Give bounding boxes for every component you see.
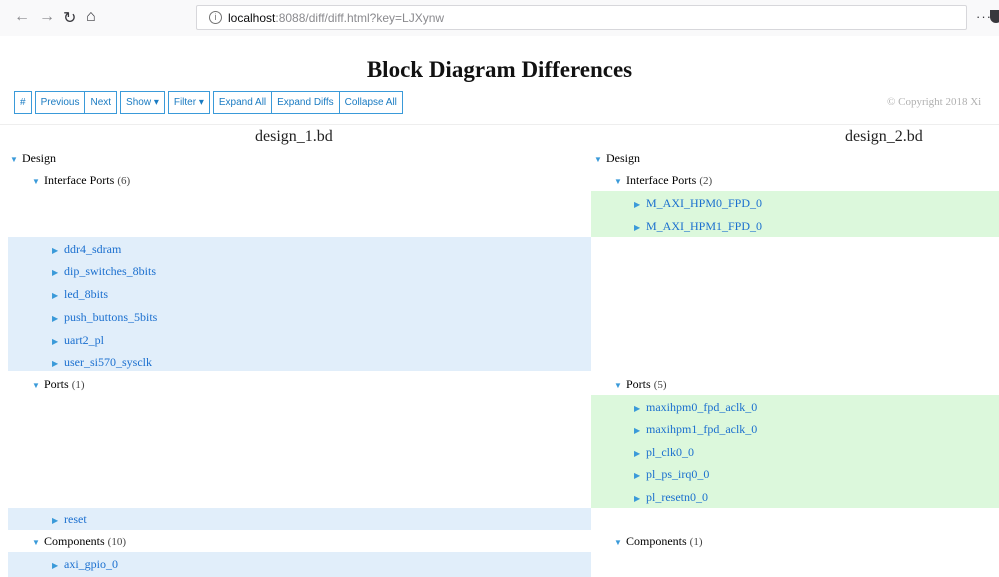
reload-icon[interactable]: ↻: [63, 8, 76, 28]
left-components-node[interactable]: ▼ Components (10): [32, 530, 126, 552]
list-item[interactable]: ▶ user_si570_sysclk: [52, 351, 152, 373]
caret-right-icon[interactable]: ▶: [634, 465, 646, 487]
caret-right-icon[interactable]: ▶: [52, 262, 64, 284]
hash-button[interactable]: #: [14, 91, 32, 114]
caret-down-icon[interactable]: ▼: [10, 149, 22, 171]
caret-down-icon[interactable]: ▼: [614, 171, 626, 193]
list-item[interactable]: ▶ reset: [52, 508, 87, 530]
list-item[interactable]: ▶ axi_gpio_0: [52, 553, 118, 575]
caret-down-icon[interactable]: ▼: [32, 171, 44, 193]
list-item[interactable]: ▶ maxihpm0_fpd_aclk_0: [634, 396, 757, 418]
forward-icon[interactable]: →: [39, 8, 55, 26]
caret-right-icon[interactable]: ▶: [52, 353, 64, 375]
home-icon[interactable]: ⌂: [86, 8, 96, 26]
caret-right-icon[interactable]: ▶: [634, 398, 646, 420]
list-item[interactable]: ▶ pl_clk0_0: [634, 441, 694, 463]
list-item[interactable]: ▶ M_AXI_HPM1_FPD_0: [634, 215, 762, 237]
list-item[interactable]: ▶ push_buttons_5bits: [52, 306, 157, 328]
caret-right-icon[interactable]: ▶: [52, 555, 64, 577]
caret-down-icon[interactable]: ▼: [594, 149, 606, 171]
url-bar[interactable]: i localhost:8088/diff/diff.html?key=LJXy…: [196, 5, 967, 30]
caret-right-icon[interactable]: ▶: [634, 443, 646, 465]
page-title: Block Diagram Differences: [366, 57, 633, 82]
caret-right-icon[interactable]: ▶: [634, 194, 646, 216]
caret-right-icon[interactable]: ▶: [634, 420, 646, 442]
caret-right-icon[interactable]: ▶: [52, 285, 64, 307]
caret-right-icon[interactable]: ▶: [634, 488, 646, 510]
right-components-node[interactable]: ▼ Components (1): [614, 530, 703, 552]
pocket-icon[interactable]: [990, 10, 999, 23]
diff-toolbar: # Previous Next Show ▾ Filter ▾ Expand A…: [14, 91, 403, 114]
list-item[interactable]: ▶ uart2_pl: [52, 329, 104, 351]
list-item[interactable]: ▶ pl_ps_irq0_0: [634, 463, 709, 485]
previous-button[interactable]: Previous: [34, 91, 86, 114]
left-ports-node[interactable]: ▼ Ports (1): [32, 373, 85, 395]
list-item[interactable]: ▶ led_8bits: [52, 283, 108, 305]
url-text[interactable]: localhost:8088/diff/diff.html?key=LJXynw: [228, 11, 444, 25]
left-file-title: design_1.bd: [255, 128, 333, 145]
left-design-node[interactable]: ▼ Design: [10, 147, 56, 169]
back-icon[interactable]: ←: [14, 8, 30, 26]
caret-down-icon[interactable]: ▼: [32, 375, 44, 397]
removed-port-band: [8, 508, 591, 530]
list-item[interactable]: ▶ ddr4_sdram: [52, 238, 121, 260]
right-interface-ports-node[interactable]: ▼ Interface Ports (2): [614, 169, 712, 191]
right-file-title: design_2.bd: [845, 128, 923, 145]
right-design-node[interactable]: ▼ Design: [594, 147, 640, 169]
caret-right-icon[interactable]: ▶: [634, 217, 646, 239]
show-dropdown[interactable]: Show ▾: [120, 91, 165, 114]
list-item[interactable]: ▶ M_AXI_HPM0_FPD_0: [634, 192, 762, 214]
left-interface-ports-node[interactable]: ▼ Interface Ports (6): [32, 169, 130, 191]
expand-all-button[interactable]: Expand All: [212, 91, 273, 114]
caret-right-icon[interactable]: ▶: [52, 308, 64, 330]
list-item[interactable]: ▶ maxihpm1_fpd_aclk_0: [634, 418, 757, 440]
next-button[interactable]: Next: [84, 91, 118, 114]
caret-right-icon[interactable]: ▶: [52, 510, 64, 532]
expand-diffs-button[interactable]: Expand Diffs: [271, 91, 340, 114]
caret-right-icon[interactable]: ▶: [52, 331, 64, 353]
list-item[interactable]: ▶ pl_resetn0_0: [634, 486, 708, 508]
right-ports-node[interactable]: ▼ Ports (5): [614, 373, 667, 395]
filter-dropdown[interactable]: Filter ▾: [167, 91, 210, 114]
header-divider: [0, 124, 999, 125]
browser-toolbar: ← → ↻ ⌂ i localhost:8088/diff/diff.html?…: [0, 0, 999, 36]
collapse-all-button[interactable]: Collapse All: [338, 91, 403, 114]
info-icon[interactable]: i: [209, 11, 222, 24]
copyright-text: © Copyright 2018 Xi: [887, 96, 982, 108]
caret-right-icon[interactable]: ▶: [52, 240, 64, 262]
list-item[interactable]: ▶ dip_switches_8bits: [52, 260, 156, 282]
caret-down-icon[interactable]: ▼: [614, 532, 626, 554]
caret-down-icon[interactable]: ▼: [614, 375, 626, 397]
caret-down-icon[interactable]: ▼: [32, 532, 44, 554]
